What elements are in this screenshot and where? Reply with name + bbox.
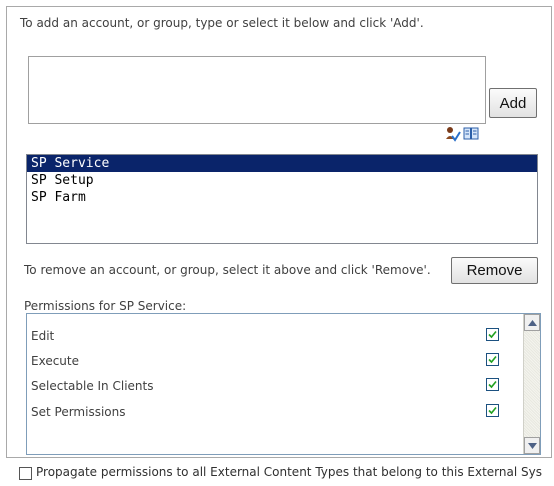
remove-button[interactable]: Remove	[451, 257, 538, 284]
propagate-label: Propagate permissions to all External Co…	[36, 465, 542, 479]
accounts-listbox[interactable]: SP Service SP Setup SP Farm	[26, 154, 538, 244]
permission-label: Edit	[31, 329, 55, 343]
permission-label: Set Permissions	[31, 405, 126, 419]
address-book-icon[interactable]	[463, 127, 479, 144]
remove-instruction: To remove an account, or group, select i…	[24, 263, 431, 277]
permission-label: Execute	[31, 354, 79, 368]
propagate-checkbox[interactable]	[19, 467, 32, 480]
account-item-sp-farm[interactable]: SP Farm	[27, 189, 537, 206]
add-instruction: To add an account, or group, type or sel…	[20, 16, 424, 30]
permission-row-edit: Edit	[27, 326, 513, 346]
permission-row-selectable-in-clients: Selectable In Clients	[27, 376, 513, 396]
people-picker-input[interactable]	[28, 56, 486, 124]
permission-checkbox-set-permissions[interactable]	[486, 404, 499, 417]
arrow-up-icon	[528, 320, 537, 326]
account-item-sp-service[interactable]: SP Service	[27, 155, 537, 172]
permissions-list: Edit Execute Selectable In Clients Set P…	[26, 313, 541, 455]
permission-checkbox-selectable-in-clients[interactable]	[486, 378, 499, 391]
permission-label: Selectable In Clients	[31, 379, 154, 393]
permissions-heading: Permissions for SP Service:	[24, 299, 187, 313]
scroll-up-button[interactable]	[524, 314, 540, 331]
permission-row-execute: Execute	[27, 351, 513, 371]
permissions-scrollbar[interactable]	[523, 314, 540, 454]
add-button[interactable]: Add	[489, 88, 537, 118]
account-item-sp-setup[interactable]: SP Setup	[27, 172, 537, 189]
scroll-down-button[interactable]	[524, 437, 540, 454]
permission-checkbox-execute[interactable]	[486, 353, 499, 366]
permission-checkbox-edit[interactable]	[486, 328, 499, 341]
arrow-down-icon	[528, 443, 537, 449]
permission-row-set-permissions: Set Permissions	[27, 402, 513, 422]
check-names-icon[interactable]	[445, 126, 461, 145]
